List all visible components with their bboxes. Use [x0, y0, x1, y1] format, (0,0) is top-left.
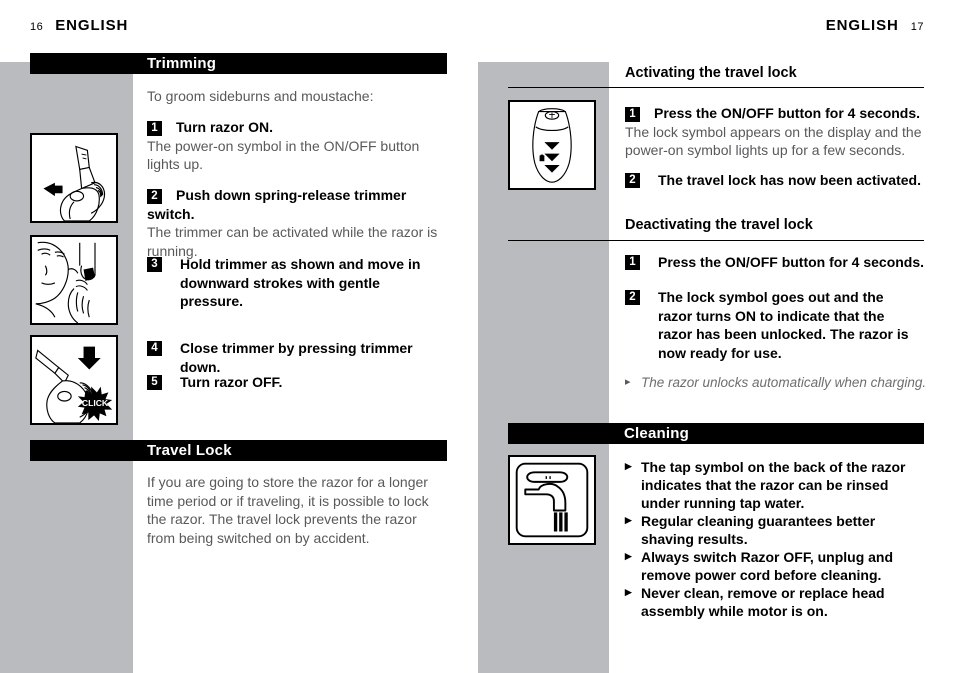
step-3-number: 3 [147, 257, 162, 272]
step-2-number: 2 [147, 189, 162, 204]
step-4-lead: Close trimmer by pressing trimmer down. [180, 340, 413, 375]
step-4-number: 4 [147, 341, 162, 356]
deactivating-step-1-block: 1 Press the ON/OFF button for 4 seconds. [625, 253, 927, 272]
left-page-running-head: 16 ENGLISH [30, 17, 128, 34]
cleaning-bullet-list: The tap symbol on the back of the razor … [625, 457, 927, 620]
pointer-illustration-3 [118, 368, 131, 390]
section-header-travel-lock: Travel Lock [30, 440, 447, 461]
deactivating-step-1-lead: Press the ON/OFF button for 4 seconds. [658, 254, 925, 270]
cleaning-bullet-1: The tap symbol on the back of the razor … [625, 457, 927, 512]
step-2-lead: Push down spring-release trimmer switch. [147, 187, 407, 222]
cleaning-bullet-3: Always switch Razor OFF, unplug and remo… [625, 547, 927, 584]
illustration-razor-display-lock-symbol [508, 100, 596, 190]
step-5-block: 5 Turn razor OFF. [147, 373, 447, 392]
pointer-illustration-5 [596, 455, 609, 477]
step-5-lead: Turn razor OFF. [180, 374, 283, 390]
rule-under-activating-heading [508, 87, 924, 88]
illustration-man-trimming-sideburn [30, 235, 118, 325]
deactivating-step-2-block: 2 The lock symbol goes out and the razor… [625, 288, 921, 362]
right-page-running-head: ENGLISH 17 [826, 17, 924, 34]
cleaning-bullet-4: Never clean, remove or replace head asse… [625, 583, 927, 620]
step-1-follow: The power-on symbol in the ON/OFF button… [147, 137, 420, 173]
activating-step-1-block: 1 Press the ON/OFF button for 4 seconds. … [625, 104, 927, 160]
pointer-illustration-4 [596, 133, 609, 155]
svg-text:CLICK: CLICK [82, 398, 109, 408]
pointer-illustration-2 [118, 268, 131, 290]
heading-deactivating-travel-lock: Deactivating the travel lock [625, 217, 813, 233]
left-language-label: ENGLISH [55, 17, 129, 34]
heading-activating-travel-lock: Activating the travel lock [625, 65, 797, 81]
step-2-block: 2 Push down spring-release trimmer switch… [147, 186, 449, 260]
activating-step-1-follow: The lock symbol appears on the display a… [625, 123, 922, 159]
step-5-number: 5 [147, 375, 162, 390]
activating-step-2-number: 2 [625, 173, 640, 188]
trimming-intro-text: To groom sideburns and moustache: [147, 88, 374, 104]
deactivating-step-2-number: 2 [625, 290, 640, 305]
activating-step-2-lead: The travel lock has now been activated. [658, 172, 921, 188]
manual-page-spread: 16 ENGLISH ENGLISH 17 Trimming To groom si… [0, 0, 954, 673]
section-header-cleaning: Cleaning [508, 423, 924, 444]
step-4-block: 4 Close trimmer by pressing trimmer down… [147, 339, 447, 376]
step-3-block: 3 Hold trimmer as shown and move in down… [147, 255, 437, 311]
section-header-trimming: Trimming [30, 53, 447, 74]
illustration-razor-trimmer-open [30, 133, 118, 223]
deactivating-note: The razor unlocks automatically when cha… [625, 375, 941, 390]
rule-under-deactivating-heading [508, 240, 924, 241]
step-1-block: 1 Turn razor ON. The power-on symbol in t… [147, 118, 447, 174]
deactivating-step-1-number: 1 [625, 255, 640, 270]
pointer-illustration-1 [118, 166, 131, 188]
activating-step-2-block: 2 The travel lock has now been activated… [625, 171, 927, 190]
cleaning-bullet-2: Regular cleaning guarantees better shavi… [625, 511, 927, 548]
illustration-razor-trimmer-close-click: CLICK [30, 335, 118, 425]
travel-lock-body-text: If you are going to store the razor for … [147, 474, 429, 546]
deactivating-step-2-lead: The lock symbol goes out and the razor t… [658, 289, 909, 361]
right-language-label: ENGLISH [825, 17, 899, 34]
right-page-number: 17 [910, 21, 924, 33]
step-1-number: 1 [147, 121, 162, 136]
step-1-lead: Turn razor ON. [176, 119, 273, 135]
left-page-number: 16 [30, 21, 44, 33]
illustration-tap-water-symbol [508, 455, 596, 545]
activating-step-1-lead: Press the ON/OFF button for 4 seconds. [654, 105, 921, 121]
step-3-lead: Hold trimmer as shown and move in downwa… [180, 256, 421, 309]
activating-step-1-number: 1 [625, 107, 640, 122]
